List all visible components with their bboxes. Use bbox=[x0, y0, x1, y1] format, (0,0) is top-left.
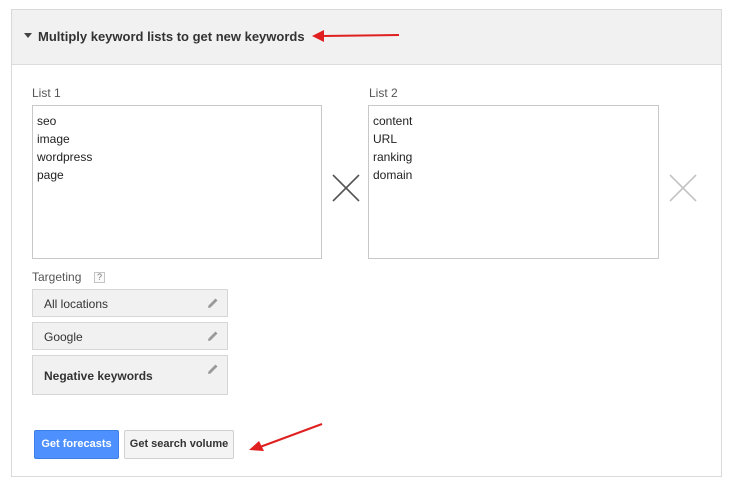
list2-label: List 2 bbox=[369, 86, 398, 100]
list2-line: ranking bbox=[373, 150, 413, 164]
targeting-negative-keywords-label: Negative keywords bbox=[44, 369, 153, 383]
targeting-locations-label: All locations bbox=[44, 297, 109, 311]
list1-label: List 1 bbox=[32, 86, 61, 100]
targeting-network[interactable]: Google bbox=[32, 322, 228, 350]
remove-list-icon[interactable] bbox=[669, 174, 697, 202]
targeting-locations[interactable]: All locations bbox=[32, 289, 228, 317]
list1-line: wordpress bbox=[37, 150, 93, 164]
list1-line: page bbox=[37, 168, 64, 182]
annotation-arrow-icon bbox=[249, 423, 323, 451]
collapse-triangle-icon[interactable] bbox=[24, 33, 32, 38]
list1-line: image bbox=[37, 132, 70, 146]
list2-line: URL bbox=[373, 132, 398, 146]
pencil-icon[interactable] bbox=[207, 363, 219, 375]
pencil-icon[interactable] bbox=[207, 330, 219, 342]
list2-line: content bbox=[373, 114, 413, 128]
get-forecasts-button[interactable]: Get forecasts bbox=[34, 430, 119, 459]
panel-title[interactable]: Multiply keyword lists to get new keywor… bbox=[38, 29, 305, 44]
pencil-icon[interactable] bbox=[207, 297, 219, 309]
targeting-negative-keywords[interactable]: Negative keywords bbox=[32, 355, 228, 395]
help-icon[interactable]: ? bbox=[94, 272, 105, 283]
list1-textarea[interactable]: seo image wordpress page bbox=[32, 105, 322, 259]
annotation-arrow-icon bbox=[312, 30, 400, 42]
list2-textarea[interactable]: content URL ranking domain bbox=[368, 105, 659, 259]
targeting-label: Targeting bbox=[32, 270, 82, 284]
get-search-volume-button[interactable]: Get search volume bbox=[124, 430, 234, 459]
list1-line: seo bbox=[37, 114, 57, 128]
multiply-icon bbox=[332, 174, 360, 202]
list2-line: domain bbox=[373, 168, 413, 182]
keyword-multiplier-panel: Multiply keyword lists to get new keywor… bbox=[11, 9, 722, 477]
targeting-network-label: Google bbox=[44, 330, 83, 344]
